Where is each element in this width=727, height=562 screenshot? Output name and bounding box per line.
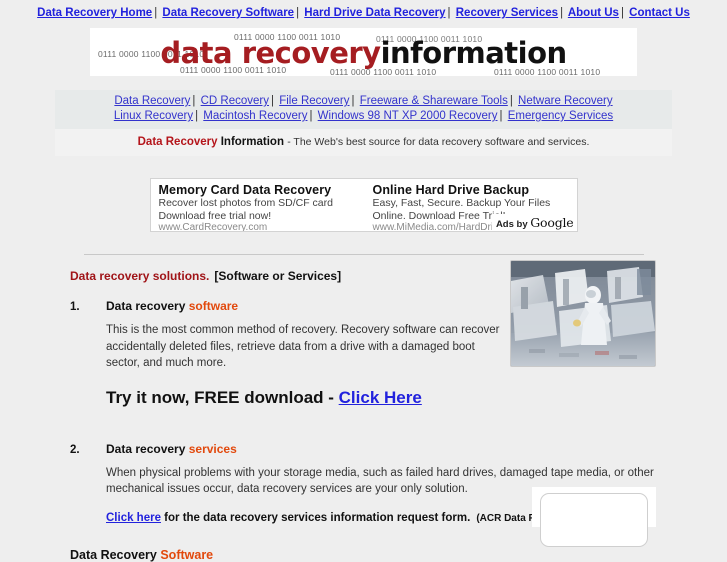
- subnav-link-file-recovery[interactable]: File Recovery: [279, 95, 349, 107]
- nav-link-about-us[interactable]: About Us: [568, 7, 619, 19]
- click-here-download-link[interactable]: Click Here: [339, 388, 422, 407]
- item-heading-plain: Data recovery: [106, 299, 186, 313]
- footer-rounded-panel-border: [540, 493, 648, 547]
- footer-section-heading: Data Recovery Software: [55, 548, 672, 562]
- footer-heading-plain: Data Recovery: [70, 547, 157, 562]
- item-heading-highlight: software: [188, 299, 239, 313]
- subnav-separator: |: [271, 95, 275, 107]
- item-number: 1.: [70, 301, 80, 313]
- secondary-navigation: Data Recovery | CD Recovery | File Recover…: [55, 90, 672, 129]
- secondary-nav-row-1: Data Recovery | CD Recovery | File Recover…: [55, 94, 672, 109]
- subnav-separator: |: [192, 95, 196, 107]
- ad-title[interactable]: Memory Card Data Recovery: [159, 183, 355, 197]
- item-heading: 2. Data recovery services: [70, 442, 672, 456]
- ad-item[interactable]: Memory Card Data Recovery Recover lost p…: [151, 179, 363, 231]
- subnav-link-windows-recovery[interactable]: Windows 98 NT XP 2000 Recovery: [318, 110, 498, 122]
- subnav-separator: |: [195, 110, 199, 122]
- nav-link-hard-drive-data-recovery[interactable]: Hard Drive Data Recovery: [304, 7, 445, 19]
- subnav-link-linux-recovery[interactable]: Linux Recovery: [114, 110, 193, 122]
- site-banner: 0111 0000 1100 0011 1010 0111 0000 1100 …: [90, 28, 637, 76]
- subnav-link-netware-recovery[interactable]: Netware Recovery: [518, 95, 613, 107]
- subnav-link-emergency-services[interactable]: Emergency Services: [508, 110, 613, 122]
- click-here-form-link[interactable]: Click here: [106, 512, 161, 524]
- ad-description-line: Recover lost photos from SD/CF card: [158, 197, 333, 209]
- item-body-text: This is the most common method of recove…: [106, 324, 500, 369]
- section-title-black: [Software or Services]: [214, 269, 342, 283]
- nav-separator: |: [296, 7, 300, 19]
- item-number: 2.: [70, 443, 80, 456]
- ad-description-line: Easy, Fast, Secure. Backup Your Files: [372, 197, 551, 209]
- subnav-link-cd-recovery[interactable]: CD Recovery: [201, 95, 269, 107]
- subnav-link-macintosh-recovery[interactable]: Macintosh Recovery: [203, 110, 307, 122]
- ads-by-label: Ads by: [495, 219, 528, 230]
- footer-heading-highlight: Software: [160, 547, 214, 562]
- section-title-red: Data recovery solutions.: [70, 269, 210, 283]
- google-wordmark: Google: [530, 215, 574, 230]
- subnav-separator: |: [351, 95, 355, 107]
- top-navigation: Data Recovery Home | Data Recovery Softwa…: [0, 0, 727, 25]
- google-ads-block: Memory Card Data Recovery Recover lost p…: [149, 178, 578, 232]
- nav-link-recovery-services[interactable]: Recovery Services: [456, 7, 558, 19]
- item-heading-highlight: services: [188, 441, 237, 456]
- footer-rounded-panel: [532, 487, 656, 547]
- tagline-brand-black: Information: [220, 136, 284, 148]
- tagline-bar: Data Recovery Information - The Web's be…: [55, 129, 672, 156]
- ad-url: www.CardRecovery.com: [158, 222, 268, 232]
- nav-separator: |: [560, 7, 564, 19]
- form-line-label: for the data recovery services informati…: [160, 511, 471, 524]
- cleanroom-photo-graphic: [511, 261, 655, 366]
- banner-title-red: data recovery: [160, 36, 381, 70]
- cleanroom-photo: [510, 260, 656, 367]
- ad-description-line: Download free trial now!: [158, 209, 272, 222]
- subnav-separator: |: [509, 95, 513, 107]
- subnav-link-data-recovery[interactable]: Data Recovery: [114, 95, 190, 107]
- tagline-brand-red: Data Recovery: [137, 136, 218, 148]
- subnav-separator: |: [309, 110, 313, 122]
- main-content: Data recovery solutions. [Software or Ser…: [55, 255, 672, 562]
- nav-link-data-recovery-software[interactable]: Data Recovery Software: [162, 7, 294, 19]
- nav-separator: |: [154, 7, 158, 19]
- banner-inner: 0111 0000 1100 0011 1010 0111 0000 1100 …: [90, 28, 637, 76]
- item-heading-plain: Data recovery: [106, 441, 186, 456]
- ad-title[interactable]: Online Hard Drive Backup: [373, 183, 569, 197]
- cta-label: Try it now, FREE download -: [106, 387, 339, 407]
- secondary-nav-row-2: Linux Recovery | Macintosh Recovery | Wind…: [55, 109, 672, 124]
- banner-title-black: information: [380, 36, 568, 70]
- download-cta: Try it now, FREE download - Click Here: [106, 388, 672, 408]
- nav-separator: |: [447, 7, 451, 19]
- tagline-description: - The Web's best source for data recover…: [287, 136, 590, 148]
- nav-link-contact-us[interactable]: Contact Us: [629, 7, 690, 19]
- subnav-link-freeware-shareware-tools[interactable]: Freeware & Shareware Tools: [360, 95, 508, 107]
- nav-link-data-recovery-home[interactable]: Data Recovery Home: [37, 7, 152, 19]
- subnav-separator: |: [499, 110, 503, 122]
- ads-by-google-badge[interactable]: Ads by Google: [491, 214, 577, 231]
- banner-title: data recoveryinformation: [160, 36, 568, 70]
- nav-separator: |: [620, 7, 624, 19]
